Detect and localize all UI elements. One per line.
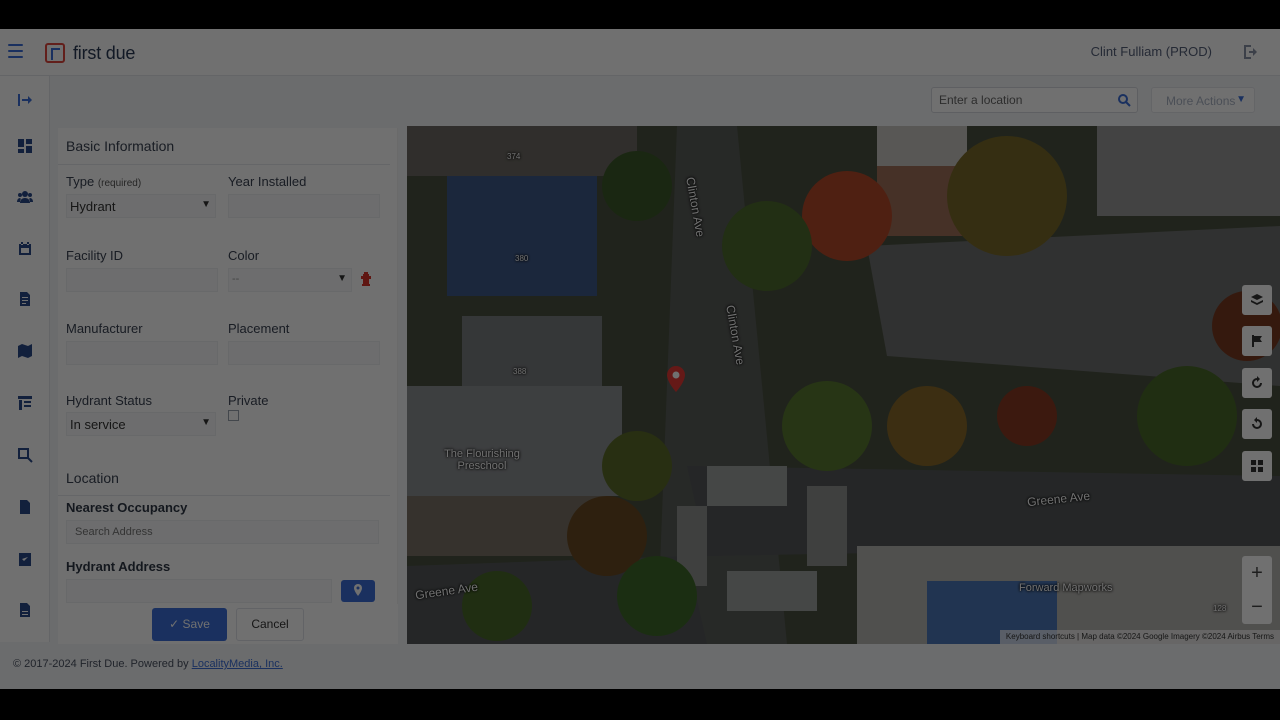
- type-label: Type (required): [66, 174, 141, 189]
- more-actions-label: More Actions: [1166, 94, 1236, 108]
- users-icon[interactable]: [14, 187, 36, 207]
- nearest-occupancy-label: Nearest Occupancy: [66, 500, 188, 515]
- type-value: Hydrant: [70, 199, 116, 214]
- chevron-down-icon: ▼: [1236, 94, 1246, 105]
- first-due-logo-icon: [45, 43, 65, 63]
- basic-information-title: Basic Information: [66, 138, 175, 154]
- search-icon[interactable]: [1117, 93, 1131, 107]
- company-link[interactable]: LocalityMedia, Inc.: [192, 658, 283, 670]
- hydrant-address-input[interactable]: [66, 579, 332, 603]
- year-installed-input[interactable]: [228, 194, 380, 218]
- reports-icon[interactable]: [14, 289, 36, 309]
- hydrant-status-value: In service: [70, 417, 126, 432]
- divider: [58, 495, 390, 496]
- chevron-down-icon: ▼: [337, 273, 347, 284]
- form-scrollbar[interactable]: [397, 128, 398, 644]
- check-icon: ✓: [169, 617, 180, 631]
- copyright-footer: © 2017-2024 First Due. Powered by Locali…: [13, 658, 283, 670]
- chevron-down-icon: ▼: [201, 417, 211, 428]
- save-button[interactable]: ✓ Save: [152, 608, 227, 641]
- zoom-out-button[interactable]: −: [1242, 590, 1272, 624]
- top-header: first due Clint Fulliam (PROD): [0, 29, 1280, 76]
- search-address-input[interactable]: Search Address: [66, 520, 379, 544]
- undo-icon: [1252, 417, 1262, 429]
- left-nav-rail: [0, 76, 50, 642]
- grid-button[interactable]: [1242, 451, 1272, 481]
- flag-button[interactable]: [1242, 326, 1272, 356]
- hydrant-address-label: Hydrant Address: [66, 559, 171, 574]
- map-icon[interactable]: [14, 341, 36, 361]
- placement-label: Placement: [228, 321, 290, 336]
- form-actions: ✓ Save Cancel: [58, 604, 398, 644]
- address-number: 128: [1213, 604, 1227, 613]
- refresh-button[interactable]: [1242, 368, 1272, 398]
- dashboard-icon[interactable]: [14, 136, 36, 156]
- location-search-input[interactable]: [931, 87, 1138, 113]
- user-name[interactable]: Clint Fulliam (PROD): [1091, 44, 1212, 59]
- type-label-text: Type: [66, 174, 95, 189]
- placement-input[interactable]: [228, 341, 380, 365]
- more-actions-dropdown[interactable]: More Actions ▼: [1151, 87, 1255, 113]
- facility-id-input[interactable]: [66, 268, 218, 292]
- address-number: 380: [515, 254, 529, 263]
- poi-label[interactable]: Forward Mapworks: [1019, 582, 1113, 594]
- undo-button[interactable]: [1242, 409, 1272, 439]
- search-address-placeholder: Search Address: [75, 526, 153, 538]
- calendar-icon[interactable]: [14, 239, 36, 259]
- satellite-map[interactable]: Clinton Ave Clinton Ave Greene Ave Green…: [407, 126, 1280, 644]
- copyright-text: © 2017-2024 First Due. Powered by: [13, 658, 192, 670]
- zoom-control: + −: [1242, 556, 1272, 624]
- hydrant-icon: [361, 272, 371, 286]
- expand-nav-icon[interactable]: [14, 90, 36, 110]
- checklist-icon[interactable]: [14, 549, 36, 569]
- hydrant-status-label: Hydrant Status: [66, 393, 152, 408]
- logo-text: first due: [73, 43, 136, 63]
- inspections-icon[interactable]: [14, 445, 36, 465]
- hydrant-form-panel: Basic Information Type (required) Hydran…: [58, 128, 398, 644]
- divider: [58, 164, 390, 165]
- hydrant-status-select[interactable]: In service ▼: [66, 412, 216, 436]
- color-select[interactable]: -- ▼: [228, 268, 352, 292]
- zoom-in-button[interactable]: +: [1242, 556, 1272, 590]
- locate-on-map-button[interactable]: [341, 580, 375, 602]
- menu-icon[interactable]: [8, 44, 23, 58]
- location-title: Location: [66, 470, 119, 486]
- documents-icon[interactable]: [14, 497, 36, 517]
- manufacturer-input[interactable]: [66, 341, 218, 365]
- layers-button[interactable]: [1242, 285, 1272, 315]
- preplan-icon[interactable]: [14, 393, 36, 413]
- color-label: Color: [228, 248, 260, 263]
- hydrant-location-marker-icon[interactable]: [667, 366, 685, 392]
- address-number: 388: [513, 367, 527, 376]
- poi-label[interactable]: The Flourishing Preschool: [437, 448, 527, 472]
- year-installed-label: Year Installed: [228, 174, 307, 189]
- address-number: 374: [507, 152, 521, 161]
- file-icon[interactable]: [14, 600, 36, 620]
- private-label: Private: [228, 393, 269, 408]
- toolbar: More Actions ▼: [51, 76, 1280, 126]
- chevron-down-icon: ▼: [201, 199, 211, 210]
- layers-icon: [1251, 294, 1263, 305]
- satellite-imagery: [407, 126, 1280, 644]
- cancel-button[interactable]: Cancel: [236, 608, 304, 641]
- map-attribution[interactable]: Keyboard shortcuts | Map data ©2024 Goog…: [999, 630, 1280, 644]
- type-select[interactable]: Hydrant ▼: [66, 194, 216, 218]
- logout-icon[interactable]: [1242, 43, 1260, 61]
- refresh-icon: [1252, 376, 1262, 388]
- required-marker: (required): [97, 178, 142, 189]
- app-window: first due Clint Fulliam (PROD) Enter a l…: [0, 29, 1280, 689]
- map-pin-icon: [354, 584, 362, 596]
- private-checkbox[interactable]: [228, 410, 239, 421]
- manufacturer-label: Manufacturer: [66, 321, 143, 336]
- grid-icon: [1251, 460, 1263, 472]
- color-value: --: [232, 273, 240, 285]
- save-button-label: Save: [182, 617, 210, 631]
- facility-id-label: Facility ID: [66, 248, 124, 263]
- flag-icon: [1252, 335, 1262, 347]
